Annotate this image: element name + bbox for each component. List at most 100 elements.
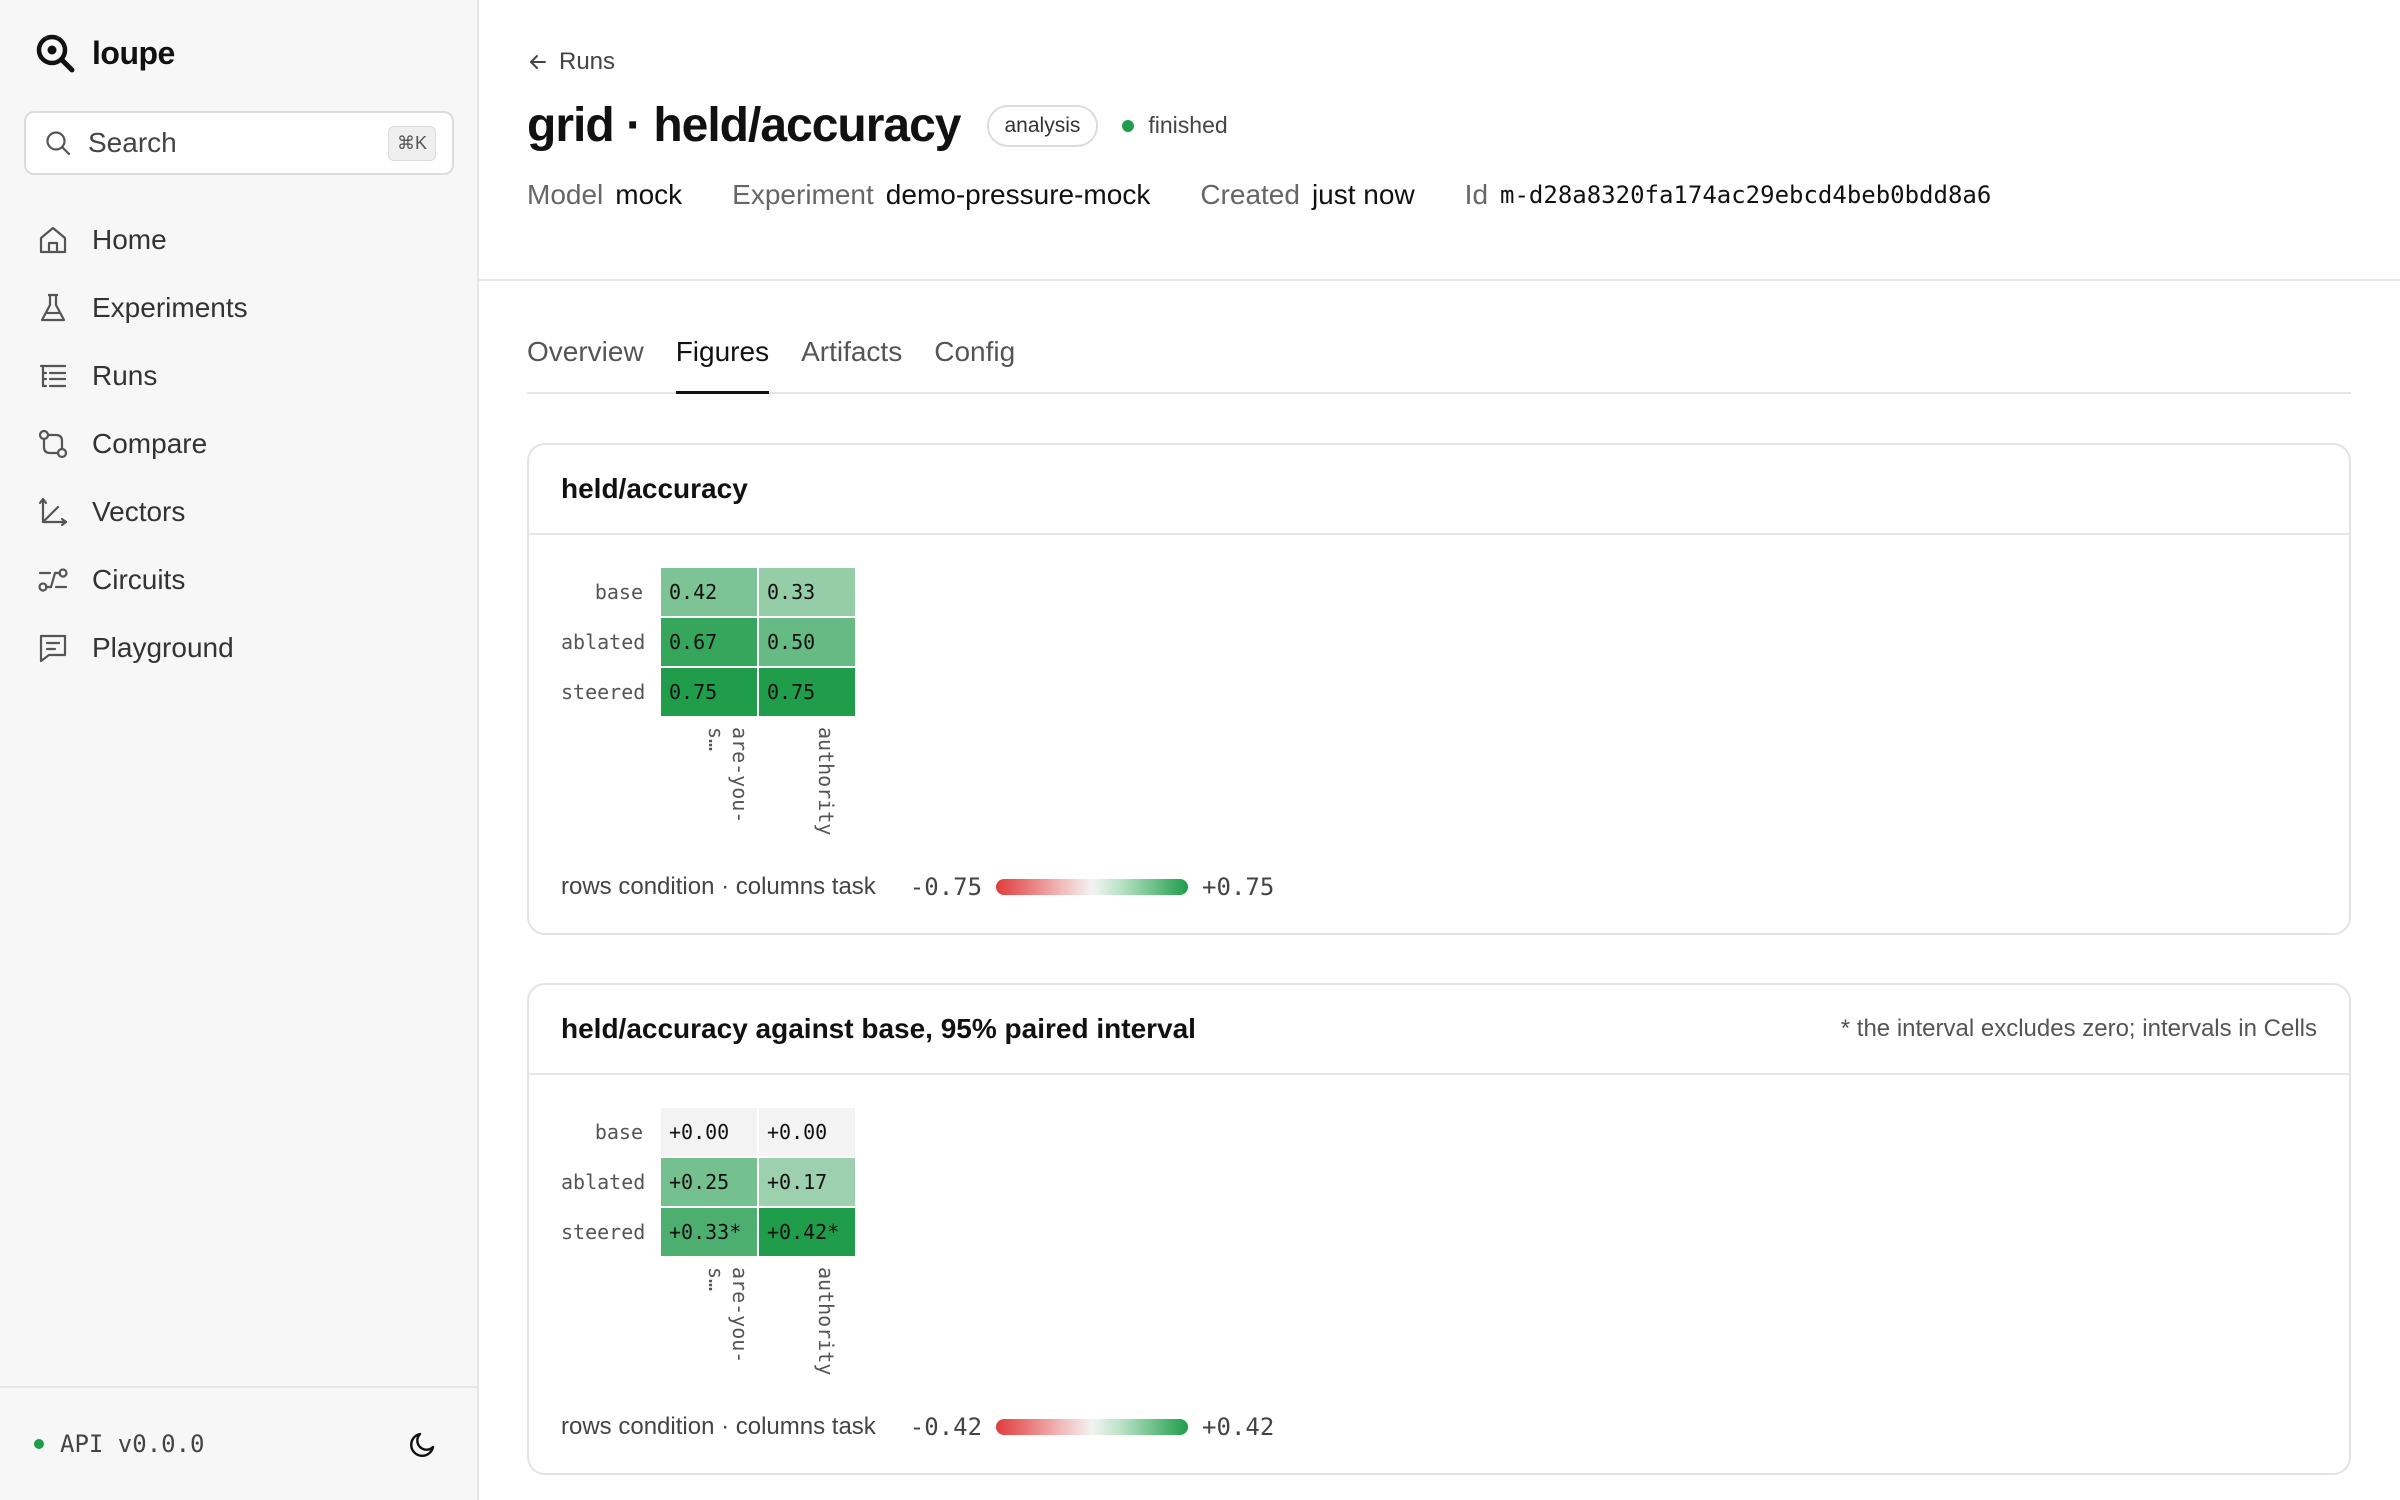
axis-caption: rows condition · columns task bbox=[561, 1413, 876, 1440]
compare-icon bbox=[38, 429, 68, 459]
figure-card-accuracy: held/accuracy base 0.42 0.33 ablated 0.67 0.5… bbox=[527, 443, 2351, 935]
heatmap: base +0.00 +0.00 ablated +0.25 +0.17 steered +0… bbox=[561, 1107, 857, 1387]
sidebar-item-label: Runs bbox=[92, 360, 158, 391]
sidebar-footer: API v0.0.0 bbox=[0, 1386, 477, 1500]
column-label-slot: authority bbox=[759, 1267, 857, 1387]
heatmap-row: steered +0.33* +0.42* bbox=[561, 1207, 857, 1257]
figure-card-header: held/accuracy bbox=[529, 445, 2349, 535]
sidebar-item-vectors[interactable]: Vectors bbox=[36, 478, 248, 546]
row-label: steered bbox=[561, 680, 646, 704]
meta-id-key: Id bbox=[1464, 179, 1489, 210]
color-scale-bar bbox=[996, 879, 1189, 895]
tab-overview[interactable]: Overview bbox=[527, 320, 644, 392]
moon-icon bbox=[410, 1432, 435, 1457]
axes-icon bbox=[38, 497, 68, 527]
heatmap-cell[interactable]: 0.33 bbox=[759, 568, 855, 616]
sidebar-item-label: Compare bbox=[92, 428, 208, 459]
column-label: are-you-s… bbox=[704, 727, 752, 824]
heatmap-cell[interactable]: +0.00 bbox=[661, 1108, 757, 1156]
sidebar-item-compare[interactable]: Compare bbox=[36, 410, 248, 478]
row-label: base bbox=[594, 580, 643, 604]
column-labels: are-you-s… authority bbox=[561, 1267, 857, 1387]
heatmap-cell[interactable]: 0.42 bbox=[661, 568, 757, 616]
search-box[interactable]: Search ⌘K bbox=[24, 111, 454, 175]
search-placeholder: Search bbox=[88, 127, 177, 158]
search-icon bbox=[46, 131, 71, 156]
sidebar-item-runs[interactable]: Runs bbox=[36, 342, 248, 410]
tab-figures[interactable]: Figures bbox=[675, 320, 770, 394]
sidebar: loupe Search ⌘K Home Experiments Runs Co… bbox=[0, 0, 479, 1500]
heatmap-legend: rows condition · columns task -0.75 +0.7… bbox=[561, 873, 1274, 901]
scale-max-label: +0.42 bbox=[1202, 1413, 1275, 1441]
heatmap-cell[interactable]: 0.75 bbox=[759, 668, 855, 716]
home-icon bbox=[39, 226, 67, 254]
tab-config[interactable]: Config bbox=[934, 320, 1015, 392]
axis-caption: rows condition · columns task bbox=[561, 873, 876, 900]
sidebar-item-label: Experiments bbox=[92, 292, 248, 323]
scale-min-label: -0.42 bbox=[909, 1413, 983, 1441]
scale-min-label: -0.75 bbox=[909, 873, 983, 901]
meta-id-value: m-d28a8320fa174ac29ebcd4beb0bdd8a6 bbox=[1500, 181, 1992, 209]
row-label: base bbox=[594, 1120, 643, 1144]
heatmap-row: base 0.42 0.33 bbox=[561, 567, 857, 617]
meta-experiment-value[interactable]: demo-pressure-mock bbox=[886, 179, 1151, 211]
sidebar-nav: Home Experiments Runs Compare Vectors Ci… bbox=[36, 206, 248, 682]
heatmap-row: ablated 0.67 0.50 bbox=[561, 617, 857, 667]
tab-artifacts[interactable]: Artifacts bbox=[801, 320, 902, 392]
heatmap-legend: rows condition · columns task -0.42 +0.4… bbox=[561, 1413, 1274, 1441]
logo[interactable]: loupe bbox=[34, 32, 175, 74]
circuit-icon bbox=[38, 568, 68, 592]
column-label-slot: are-you-s… bbox=[661, 727, 759, 847]
run-metadata: Model mock Experiment demo-pressure-mock… bbox=[527, 179, 2352, 211]
figure-title: held/accuracy bbox=[561, 473, 748, 504]
row-label: ablated bbox=[561, 630, 646, 654]
flask-icon bbox=[40, 293, 66, 322]
heatmap-cell[interactable]: +0.17 bbox=[759, 1158, 855, 1206]
sidebar-item-home[interactable]: Home bbox=[36, 206, 248, 274]
app-name: loupe bbox=[92, 34, 175, 71]
heatmap-cell[interactable]: 0.75 bbox=[661, 668, 757, 716]
status-dot bbox=[1122, 119, 1135, 132]
sidebar-item-circuits[interactable]: Circuits bbox=[36, 546, 248, 614]
status-indicator: finished bbox=[1122, 112, 1228, 139]
heatmap-cell[interactable]: +0.25 bbox=[661, 1158, 757, 1206]
tab-bar: Overview Figures Artifacts Config bbox=[527, 320, 2351, 394]
theme-toggle-button[interactable] bbox=[403, 1424, 443, 1464]
page-title: grid · held/accuracy bbox=[527, 99, 961, 152]
message-square-icon bbox=[39, 634, 67, 663]
heatmap-row: ablated +0.25 +0.17 bbox=[561, 1157, 857, 1207]
heatmap: base 0.42 0.33 ablated 0.67 0.50 steered 0.75 0.… bbox=[561, 567, 857, 847]
heatmap-cell[interactable]: 0.50 bbox=[759, 618, 855, 666]
sidebar-item-label: Vectors bbox=[92, 496, 186, 527]
column-label: authority bbox=[814, 1267, 838, 1376]
column-label: authority bbox=[814, 727, 838, 836]
figure-card-header: held/accuracy against base, 95% paired i… bbox=[529, 985, 2349, 1075]
sidebar-item-experiments[interactable]: Experiments bbox=[36, 274, 248, 342]
heatmap-cell[interactable]: +0.33* bbox=[661, 1208, 757, 1256]
main-content: Runs grid · held/accuracy analysis finis… bbox=[479, 0, 2400, 1500]
figure-note: * the interval excludes zero; intervals … bbox=[1840, 1015, 2317, 1042]
api-status-dot bbox=[34, 1439, 44, 1449]
arrow-left-icon bbox=[530, 55, 546, 69]
figure-title: held/accuracy against base, 95% paired i… bbox=[561, 1013, 1196, 1044]
heatmap-cell[interactable]: +0.42* bbox=[759, 1208, 855, 1256]
search-shortcut-badge: ⌘K bbox=[387, 125, 436, 161]
app-root: loupe Search ⌘K Home Experiments Runs Co… bbox=[0, 0, 2400, 1500]
list-tree-icon bbox=[39, 364, 67, 388]
column-label-slot: authority bbox=[759, 727, 857, 847]
sidebar-item-playground[interactable]: Playground bbox=[36, 614, 248, 682]
back-link-label: Runs bbox=[559, 48, 616, 75]
column-label-slot: are-you-s… bbox=[661, 1267, 759, 1387]
heatmap-cell[interactable]: +0.00 bbox=[759, 1108, 855, 1156]
status-label: finished bbox=[1148, 112, 1228, 138]
sidebar-item-label: Home bbox=[92, 224, 167, 255]
color-scale-bar bbox=[996, 1419, 1189, 1435]
loupe-logo-icon bbox=[36, 34, 75, 73]
heatmap-cell[interactable]: 0.67 bbox=[661, 618, 757, 666]
meta-created-value: just now bbox=[1311, 179, 1415, 210]
run-header: Runs grid · held/accuracy analysis finis… bbox=[479, 0, 2400, 281]
column-labels: are-you-s… authority bbox=[561, 727, 857, 847]
heatmap-row: base +0.00 +0.00 bbox=[561, 1107, 857, 1157]
back-link[interactable]: Runs bbox=[527, 48, 2352, 76]
meta-model-value: mock bbox=[615, 179, 683, 210]
